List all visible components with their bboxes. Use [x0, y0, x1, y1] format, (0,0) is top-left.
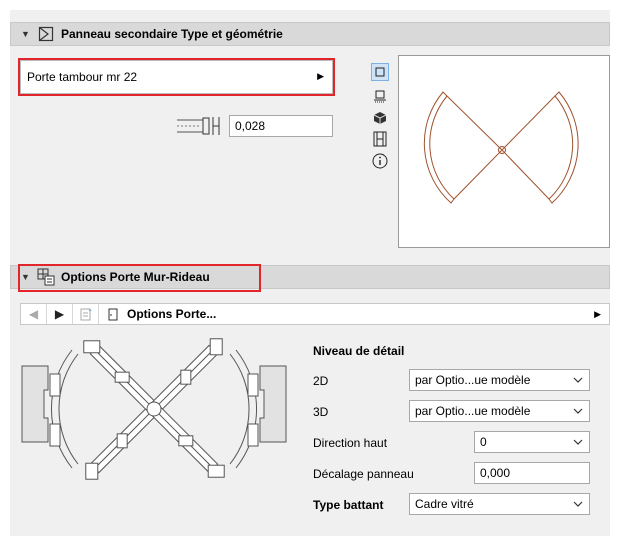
- row-label-2d: 2D: [313, 374, 329, 388]
- select-leaf-type[interactable]: Cadre vitré: [409, 493, 590, 515]
- row-label-leaf-type: Type battant: [313, 498, 384, 512]
- door-page-icon: [107, 307, 119, 321]
- chevron-down-icon: [572, 373, 584, 390]
- select-value: 0: [480, 435, 487, 449]
- plan-view-icon[interactable]: [371, 63, 389, 81]
- detail-heading: Niveau de détail: [313, 344, 405, 358]
- thickness-icon: [175, 115, 225, 137]
- chevron-down-icon: [572, 435, 584, 452]
- section-title: Panneau secondaire Type et géométrie: [61, 27, 283, 41]
- highlight-box: [18, 58, 335, 96]
- page-list-icon[interactable]: [73, 304, 99, 324]
- door-illustration: [20, 336, 290, 496]
- row-label-3d: 3D: [313, 405, 329, 419]
- preview-2d: [398, 55, 610, 248]
- section-header-type-geometry[interactable]: ▼ Panneau secondaire Type et géométrie: [10, 22, 610, 46]
- thickness-input[interactable]: 0,028: [229, 115, 333, 137]
- options-page-title[interactable]: Options Porte...: [127, 307, 216, 321]
- chevron-right-icon[interactable]: ▶: [594, 309, 601, 320]
- row-label-offset: Décalage panneau: [313, 467, 414, 481]
- select-value: Cadre vitré: [415, 497, 474, 511]
- panel-type-icon: [37, 25, 55, 43]
- select-2d[interactable]: par Optio...ue modèle: [409, 369, 590, 391]
- section-view-icon[interactable]: [371, 130, 389, 148]
- options-page-navbar: ◀ ▶ Options Porte... ▶: [20, 303, 610, 325]
- chevron-down-icon: [572, 497, 584, 514]
- highlight-box: [18, 264, 261, 292]
- prev-page-icon[interactable]: ◀: [21, 304, 47, 324]
- next-page-icon[interactable]: ▶: [47, 304, 73, 324]
- chevron-down-icon: [572, 404, 584, 421]
- offset-input[interactable]: 0,000: [474, 462, 590, 484]
- 3d-view-icon[interactable]: [371, 109, 389, 127]
- row-label-direction: Direction haut: [313, 436, 388, 450]
- select-direction[interactable]: 0: [474, 431, 590, 453]
- info-icon[interactable]: [371, 152, 389, 170]
- select-value: par Optio...ue modèle: [415, 373, 531, 387]
- collapse-arrow-icon[interactable]: ▼: [21, 29, 31, 39]
- select-3d[interactable]: par Optio...ue modèle: [409, 400, 590, 422]
- select-value: par Optio...ue modèle: [415, 404, 531, 418]
- elevation-view-icon[interactable]: [371, 87, 389, 105]
